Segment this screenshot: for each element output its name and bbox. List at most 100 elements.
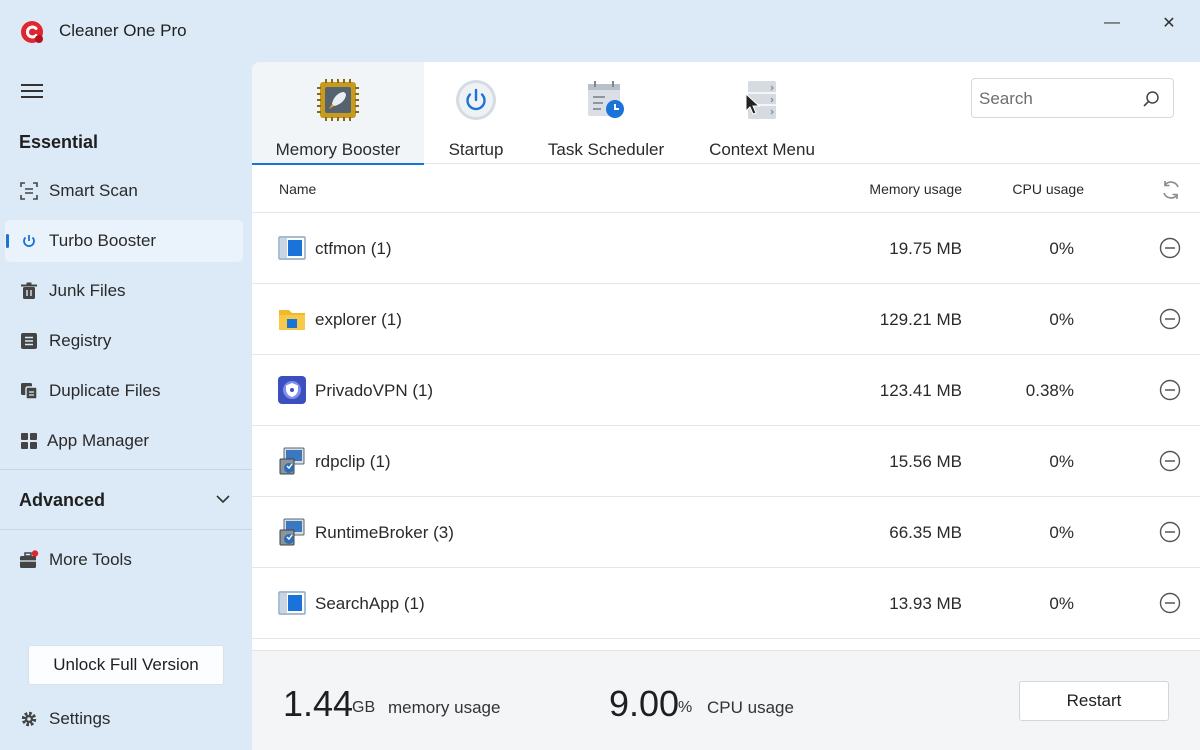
end-process-icon[interactable] <box>1159 521 1181 543</box>
process-name: SearchApp (1) <box>315 594 425 613</box>
table-row[interactable]: PrivadoVPN (1) 123.41 MB 0.38% <box>252 355 1200 426</box>
tab-context-menu[interactable]: Context Menu <box>694 62 830 164</box>
cpu-unit: % <box>678 699 693 716</box>
process-name: rdpclip (1) <box>315 452 391 471</box>
section-title-essential: Essential <box>19 132 99 152</box>
sidebar-item-label: More Tools <box>49 550 132 569</box>
task-scheduler-icon <box>588 81 624 118</box>
table-row[interactable]: RuntimeBroker (3) 66.35 MB 0% <box>252 497 1200 568</box>
sidebar-item-junk-files[interactable]: Junk Files <box>5 270 243 312</box>
tab-label: Startup <box>448 140 504 159</box>
hamburger-menu-icon[interactable] <box>21 84 43 100</box>
cpu-usage-label: CPU usage <box>707 698 794 717</box>
sidebar-item-duplicate-files[interactable]: Duplicate Files <box>5 370 243 412</box>
duplicate-icon <box>19 381 39 401</box>
cpu-usage-value: 0% <box>1049 452 1074 471</box>
memory-usage-value: 19.75 MB <box>889 239 962 258</box>
column-header-memory[interactable]: Memory usage <box>812 181 962 197</box>
sidebar-item-more-tools[interactable]: More Tools <box>5 539 243 581</box>
summary-footer: 1.44 GB memory usage 9.00 % CPU usage Re… <box>252 650 1200 750</box>
cpu-usage-value: 0% <box>1049 594 1074 613</box>
sidebar-item-label: Junk Files <box>49 281 126 300</box>
app-title: Cleaner One Pro <box>59 21 187 40</box>
cpu-usage-value: 0.38% <box>1025 381 1074 400</box>
end-process-icon[interactable] <box>1159 308 1181 330</box>
sidebar-item-label: Settings <box>49 709 111 728</box>
tab-startup[interactable]: Startup <box>424 62 528 164</box>
toolbox-icon <box>19 550 39 570</box>
power-button-icon <box>456 80 496 120</box>
section-title-advanced[interactable]: Advanced <box>19 490 105 511</box>
end-process-icon[interactable] <box>1159 592 1181 614</box>
memory-chip-icon <box>317 79 359 121</box>
sidebar-item-label: Duplicate Files <box>49 381 161 400</box>
cpu-usage-value: 0% <box>1049 310 1074 329</box>
memory-usage-value: 123.41 MB <box>879 381 962 400</box>
table-row[interactable]: rdpclip (1) 15.56 MB 0% <box>252 426 1200 497</box>
memory-usage-label: memory usage <box>388 698 501 717</box>
end-process-icon[interactable] <box>1159 237 1181 259</box>
end-process-icon[interactable] <box>1159 450 1181 472</box>
restart-button[interactable]: Restart <box>1019 681 1169 721</box>
minimize-button[interactable]: — <box>1097 10 1127 36</box>
memory-usage-value: 15.56 MB <box>889 452 962 471</box>
installer-icon <box>279 518 305 546</box>
memory-usage-value: 66.35 MB <box>889 523 962 542</box>
title-bar: Cleaner One Pro — ✕ <box>0 0 1200 62</box>
vpn-icon <box>278 376 306 404</box>
memory-usage-value: 13.93 MB <box>889 594 962 613</box>
memory-usage-total: 1.44 <box>283 683 354 724</box>
search-box[interactable] <box>971 78 1174 118</box>
sidebar-divider <box>0 469 252 470</box>
sidebar-item-app-manager[interactable]: App Manager <box>5 420 243 462</box>
power-icon <box>19 231 39 251</box>
memory-usage-value: 129.21 MB <box>879 310 962 329</box>
process-name: PrivadoVPN (1) <box>315 381 434 400</box>
trash-icon <box>19 281 39 301</box>
tab-task-scheduler[interactable]: Task Scheduler <box>535 62 677 164</box>
cpu-usage-value: 0% <box>1049 523 1074 542</box>
column-header-name[interactable]: Name <box>279 181 316 197</box>
sidebar-item-smart-scan[interactable]: Smart Scan <box>5 170 243 212</box>
table-row[interactable]: ctfmon (1) 19.75 MB 0% <box>252 213 1200 284</box>
search-icon[interactable] <box>1141 89 1161 109</box>
tab-label: Task Scheduler <box>547 140 665 159</box>
unlock-full-version-button[interactable]: Unlock Full Version <box>28 645 224 685</box>
process-name: ctfmon (1) <box>315 239 392 258</box>
cpu-usage-value: 0% <box>1049 239 1074 258</box>
search-input[interactable] <box>979 88 1129 110</box>
main-panel: Memory Booster Startup Task Scheduler Co… <box>252 62 1200 750</box>
memory-unit: GB <box>352 699 376 716</box>
window-app-icon <box>278 591 306 615</box>
cpu-usage-total: 9.00 <box>609 683 680 724</box>
sidebar-item-registry[interactable]: Registry <box>5 320 243 362</box>
folder-icon <box>279 310 305 330</box>
chevron-down-icon[interactable] <box>215 492 231 506</box>
window-app-icon <box>278 236 306 260</box>
sidebar-item-label: Turbo Booster <box>49 231 157 250</box>
sidebar: Essential Smart Scan Turbo Booster Junk … <box>0 62 252 750</box>
process-name: RuntimeBroker (3) <box>315 523 454 542</box>
sidebar-item-settings[interactable]: Settings <box>5 698 243 740</box>
end-process-icon[interactable] <box>1159 379 1181 401</box>
column-header-cpu[interactable]: CPU usage <box>992 181 1084 197</box>
scan-icon <box>19 181 39 201</box>
tab-bar: Memory Booster Startup Task Scheduler Co… <box>252 62 1200 165</box>
tab-label: Context Menu <box>709 140 815 159</box>
installer-icon <box>279 447 305 475</box>
sidebar-item-label: App Manager <box>47 431 150 450</box>
tab-memory-booster[interactable]: Memory Booster <box>252 62 424 165</box>
context-menu-icon <box>745 81 776 119</box>
tab-label: Memory Booster <box>275 140 401 159</box>
refresh-icon[interactable] <box>1160 179 1182 201</box>
sidebar-item-label: Registry <box>49 331 112 350</box>
apps-grid-icon <box>19 431 39 451</box>
table-row[interactable]: explorer (1) 129.21 MB 0% <box>252 284 1200 355</box>
process-name: explorer (1) <box>315 310 402 329</box>
registry-icon <box>19 331 39 351</box>
gear-icon <box>19 709 39 729</box>
table-row[interactable]: SearchApp (1) 13.93 MB 0% <box>252 568 1200 639</box>
sidebar-item-turbo-booster[interactable]: Turbo Booster <box>5 220 243 262</box>
close-button[interactable]: ✕ <box>1154 10 1184 36</box>
table-header: Name Memory usage CPU usage <box>252 164 1200 213</box>
